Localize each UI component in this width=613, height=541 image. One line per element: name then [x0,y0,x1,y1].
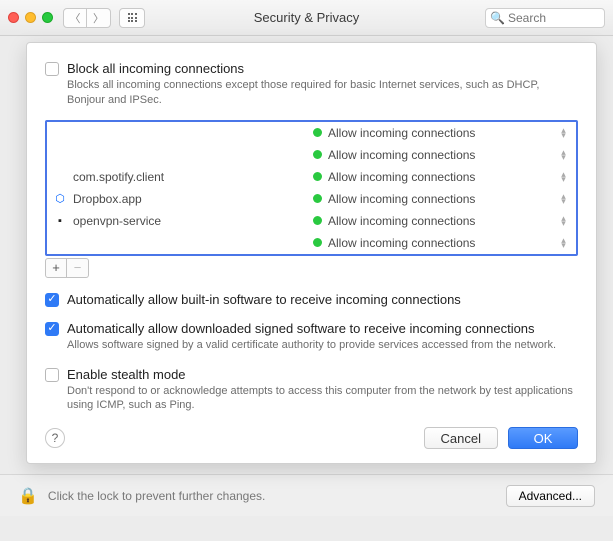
app-status: Allow incoming connections [328,236,475,250]
app-icon [53,126,67,140]
status-dot-icon [313,150,322,159]
list-item[interactable]: Allow incoming connections ▴▾ [47,232,576,254]
list-item[interactable]: Allow incoming connections ▴▾ [47,122,576,144]
auto-builtin-checkbox[interactable] [45,293,59,307]
show-all-button[interactable] [119,8,145,28]
window-controls [8,12,53,23]
ok-button[interactable]: OK [508,427,578,449]
remove-button[interactable]: − [67,258,89,278]
zoom-window-button[interactable] [42,12,53,23]
app-name: Dropbox.app [73,192,142,206]
auto-builtin-label: Automatically allow built-in software to… [67,292,461,307]
nav-buttons: 〈 〉 [63,8,111,28]
auto-signed-label: Automatically allow downloaded signed so… [67,321,535,336]
list-item[interactable]: com.spotify.client Allow incoming connec… [47,166,576,188]
search-field-wrap: 🔍 [485,8,605,28]
add-remove-control: + − [45,258,578,278]
status-stepper[interactable]: ▴▾ [556,238,570,247]
app-name: com.spotify.client [73,170,164,184]
forward-button[interactable]: 〉 [87,8,111,28]
stealth-desc: Don't respond to or acknowledge attempts… [67,384,578,414]
status-stepper[interactable]: ▴▾ [556,216,570,225]
status-dot-icon [313,128,322,137]
add-button[interactable]: + [45,258,67,278]
status-dot-icon [313,238,322,247]
lock-icon[interactable]: 🔒 [18,486,38,506]
titlebar: 〈 〉 Security & Privacy 🔍 [0,0,613,36]
app-status: Allow incoming connections [328,126,475,140]
app-status: Allow incoming connections [328,170,475,184]
auto-signed-checkbox[interactable] [45,322,59,336]
lock-text: Click the lock to prevent further change… [48,489,265,503]
app-status: Allow incoming connections [328,192,475,206]
block-all-label: Block all incoming connections [67,61,244,76]
list-item[interactable]: ▪ openvpn-service Allow incoming connecti… [47,210,576,232]
dropbox-icon: ⬡ [53,192,67,206]
app-icon [53,148,67,162]
list-item[interactable]: Allow incoming connections ▴▾ [47,144,576,166]
cancel-button[interactable]: Cancel [424,427,498,449]
minimize-window-button[interactable] [25,12,36,23]
auto-signed-desc: Allows software signed by a valid certif… [67,338,578,353]
block-all-checkbox[interactable] [45,62,59,76]
status-dot-icon [313,194,322,203]
block-all-desc: Blocks all incoming connections except t… [67,78,578,108]
app-icon [53,236,67,250]
app-status: Allow incoming connections [328,214,475,228]
stealth-checkbox[interactable] [45,368,59,382]
app-icon [53,170,67,184]
exec-icon: ▪ [53,214,67,228]
close-window-button[interactable] [8,12,19,23]
app-status: Allow incoming connections [328,148,475,162]
status-dot-icon [313,216,322,225]
footer: 🔒 Click the lock to prevent further chan… [0,474,613,516]
status-stepper[interactable]: ▴▾ [556,172,570,181]
status-stepper[interactable]: ▴▾ [556,128,570,137]
search-icon: 🔍 [490,11,505,25]
help-button[interactable]: ? [45,428,65,448]
status-dot-icon [313,172,322,181]
app-name: openvpn-service [73,214,161,228]
back-button[interactable]: 〈 [63,8,87,28]
firewall-options-sheet: Block all incoming connections Blocks al… [26,42,597,464]
app-list: Allow incoming connections ▴▾ Allow inco… [45,120,578,256]
status-stepper[interactable]: ▴▾ [556,150,570,159]
status-stepper[interactable]: ▴▾ [556,194,570,203]
stealth-label: Enable stealth mode [67,367,186,382]
advanced-button[interactable]: Advanced... [506,485,595,507]
list-item[interactable]: ⬡Dropbox.app Allow incoming connections … [47,188,576,210]
